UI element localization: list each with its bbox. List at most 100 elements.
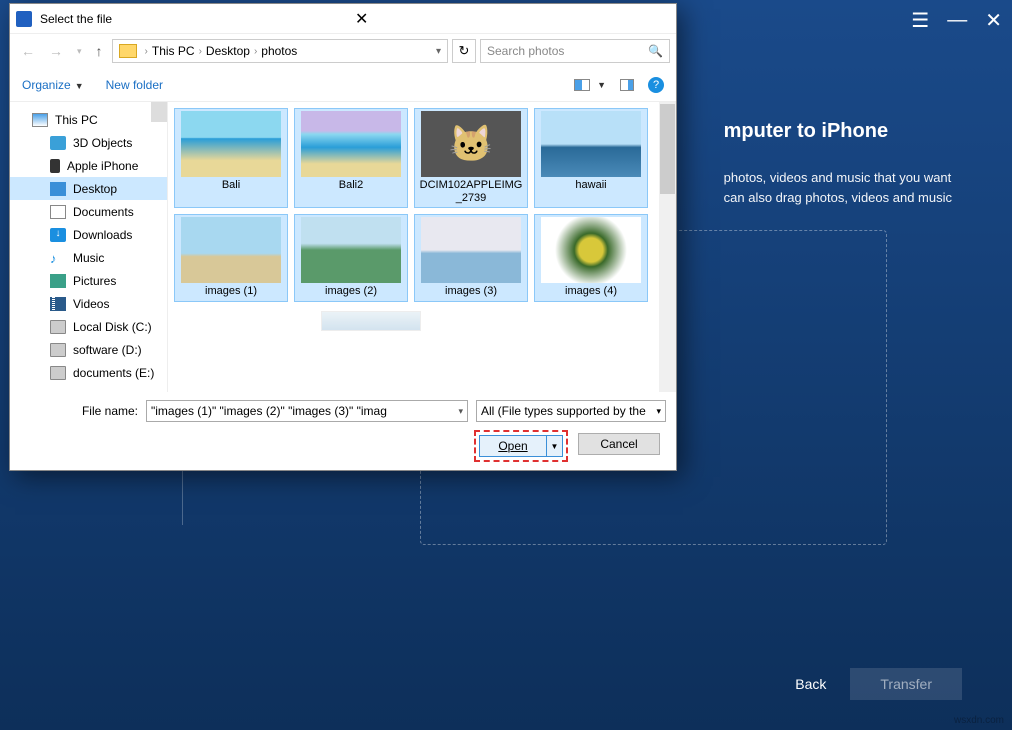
file-item[interactable]: DCIM102APPLEIMG_2739: [414, 108, 528, 208]
open-dropdown[interactable]: ▼: [547, 435, 563, 457]
tree-scrollbar[interactable]: [151, 102, 167, 122]
tree-disk-e[interactable]: documents (E:): [10, 361, 167, 384]
desktop-icon: [50, 182, 66, 196]
tree-disk-c[interactable]: Local Disk (C:): [10, 315, 167, 338]
desc-line1: photos, videos and music that you want: [724, 168, 952, 188]
chevron-right-icon: ›: [250, 46, 261, 57]
pc-icon: [32, 113, 48, 127]
desc-line2: can also drag photos, videos and music: [724, 188, 952, 208]
videos-icon: [50, 297, 66, 311]
back-button[interactable]: Back: [783, 668, 838, 700]
nav-back-icon[interactable]: ←: [16, 41, 40, 61]
dialog-footer: File name: "images (1)" "images (2)" "im…: [10, 392, 676, 470]
new-folder-button[interactable]: New folder: [106, 78, 163, 92]
file-item[interactable]: images (3): [414, 214, 528, 301]
chevron-down-icon: ▼: [75, 81, 84, 91]
app-content: mputer to iPhone photos, videos and musi…: [724, 120, 952, 207]
search-input[interactable]: Search photos 🔍: [480, 39, 670, 63]
thumbnail: [421, 217, 521, 283]
breadcrumb[interactable]: › This PC › Desktop › photos ▾: [112, 39, 448, 63]
phone-icon: [50, 159, 60, 173]
breadcrumb-pc[interactable]: This PC: [152, 44, 195, 58]
tree-desktop[interactable]: Desktop: [10, 177, 167, 200]
file-open-dialog: Select the file ✕ ← → ▾ ↑ › This PC › De…: [9, 3, 677, 471]
tree-this-pc[interactable]: This PC: [10, 108, 167, 131]
thumbnail: [421, 111, 521, 177]
close-icon[interactable]: ✕: [985, 8, 1002, 33]
file-item[interactable]: images (4): [534, 214, 648, 301]
help-icon[interactable]: ?: [648, 77, 664, 93]
file-item[interactable]: images (1): [174, 214, 288, 301]
thumbnail: [541, 111, 641, 177]
open-highlight: Open ▼: [474, 430, 568, 462]
close-icon[interactable]: ✕: [347, 9, 670, 29]
thumbnail: [181, 217, 281, 283]
preview-pane-button[interactable]: [616, 77, 638, 93]
breadcrumb-photos[interactable]: photos: [261, 44, 297, 58]
dialog-titlebar: Select the file ✕: [10, 4, 676, 34]
chevron-down-icon[interactable]: ▾: [656, 406, 661, 417]
tree-videos[interactable]: Videos: [10, 292, 167, 315]
file-list: Bali Bali2 DCIM102APPLEIMG_2739 hawaii i…: [168, 102, 676, 392]
tree-iphone[interactable]: Apple iPhone: [10, 154, 167, 177]
thumbnail: [181, 111, 281, 177]
filetype-select[interactable]: All (File types supported by the▾: [476, 400, 666, 422]
preview-icon: [620, 79, 634, 91]
organize-menu[interactable]: Organize▼: [22, 78, 84, 92]
download-icon: [50, 228, 66, 242]
search-placeholder: Search photos: [487, 44, 564, 58]
filename-label: File name:: [20, 404, 138, 418]
open-button[interactable]: Open: [479, 435, 547, 457]
thumbnail: [301, 111, 401, 177]
chevron-right-icon: ›: [195, 46, 206, 57]
app-footer: Back Transfer: [783, 668, 962, 700]
thumbnail: [321, 311, 421, 331]
file-item[interactable]: Bali2: [294, 108, 408, 208]
file-item[interactable]: [174, 308, 288, 334]
filename-input[interactable]: "images (1)" "images (2)" "images (3)" "…: [146, 400, 468, 422]
thumbnail: [301, 217, 401, 283]
file-item[interactable]: images (2): [294, 214, 408, 301]
breadcrumb-desktop[interactable]: Desktop: [206, 44, 250, 58]
tree-3d-objects[interactable]: 3D Objects: [10, 131, 167, 154]
chevron-down-icon: ▼: [597, 80, 606, 90]
minimize-icon[interactable]: —: [947, 9, 967, 32]
cancel-button[interactable]: Cancel: [578, 433, 660, 455]
nav-forward-icon[interactable]: →: [44, 41, 68, 61]
file-item[interactable]: Bali: [174, 108, 288, 208]
disk-icon: [50, 320, 66, 334]
tree-downloads[interactable]: Downloads: [10, 223, 167, 246]
dialog-toolbar: Organize▼ New folder ▼ ?: [10, 68, 676, 102]
watermark: wsxdn.com: [954, 715, 1004, 726]
thumbnail: [541, 217, 641, 283]
list-icon[interactable]: ☰: [911, 8, 929, 33]
objects-icon: [50, 136, 66, 150]
transfer-button[interactable]: Transfer: [850, 668, 962, 700]
disk-icon: [50, 343, 66, 357]
nav-bar: ← → ▾ ↑ › This PC › Desktop › photos ▾ ↻…: [10, 34, 676, 68]
document-icon: [50, 205, 66, 219]
disk-icon: [50, 366, 66, 380]
chevron-right-icon: ›: [141, 46, 152, 57]
tree-disk-d[interactable]: software (D:): [10, 338, 167, 361]
refresh-button[interactable]: ↻: [452, 39, 476, 63]
tree-pictures[interactable]: Pictures: [10, 269, 167, 292]
folder-tree: This PC 3D Objects Apple iPhone Desktop …: [10, 102, 168, 392]
chevron-down-icon[interactable]: ▾: [458, 406, 463, 417]
search-icon: 🔍: [648, 44, 663, 58]
app-icon: [16, 11, 32, 27]
dialog-body: This PC 3D Objects Apple iPhone Desktop …: [10, 102, 676, 392]
folder-icon: [119, 44, 137, 58]
chevron-down-icon[interactable]: ▾: [436, 46, 445, 57]
tree-documents[interactable]: Documents: [10, 200, 167, 223]
files-scrollbar[interactable]: [659, 102, 676, 392]
nav-up-icon[interactable]: ↑: [91, 41, 108, 61]
music-icon: [50, 251, 66, 265]
chevron-down-icon[interactable]: ▾: [72, 44, 87, 59]
file-item[interactable]: hawaii: [534, 108, 648, 208]
page-title: mputer to iPhone: [724, 120, 952, 143]
tree-music[interactable]: Music: [10, 246, 167, 269]
dialog-title: Select the file: [40, 12, 347, 26]
view-mode-button[interactable]: ▼: [570, 77, 610, 93]
scroll-thumb[interactable]: [660, 104, 675, 194]
